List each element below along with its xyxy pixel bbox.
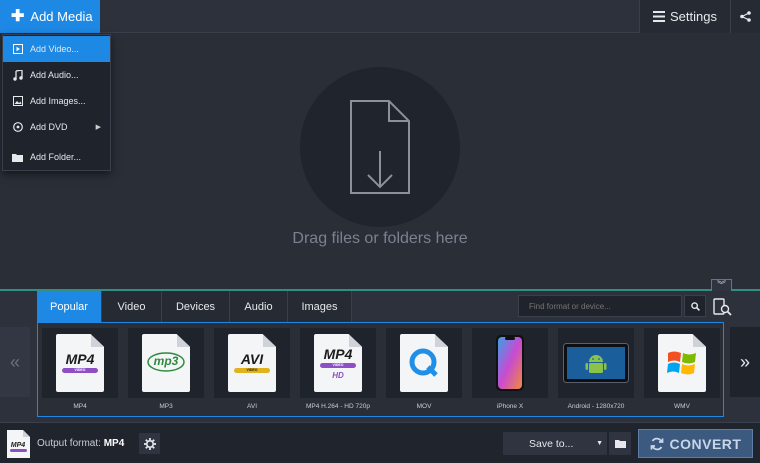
menu-item-add-audio[interactable]: Add Audio... (3, 62, 110, 88)
format-search-input[interactable] (518, 295, 682, 317)
menu-item-add-folder[interactable]: Add Folder... (3, 144, 110, 170)
mp3-file-icon: mp3 (142, 334, 190, 392)
video-icon (12, 44, 23, 55)
add-media-button[interactable]: ✚ Add Media (0, 0, 100, 33)
tab-video[interactable]: Video (102, 291, 162, 322)
image-icon (12, 96, 23, 107)
drop-zone[interactable]: Drag files or folders here (0, 34, 760, 289)
refresh-icon (650, 437, 663, 450)
share-icon (740, 11, 751, 22)
drop-hint-text: Drag files or folders here (292, 230, 468, 247)
output-format-text: Output format: MP4 (37, 438, 124, 449)
folder-icon (614, 440, 626, 448)
tab-audio[interactable]: Audio (230, 291, 288, 322)
disc-icon (12, 122, 23, 133)
tab-images[interactable]: Images (288, 291, 352, 322)
badge-text: AVI (240, 351, 264, 367)
ribbon-text: VIDEO (62, 368, 98, 373)
search-button[interactable] (684, 295, 706, 317)
format-card-avi[interactable]: AVI VIDEO (214, 328, 290, 398)
quicktime-file-icon (400, 334, 448, 392)
open-folder-button[interactable] (609, 432, 631, 455)
android-tablet-icon (563, 343, 629, 383)
settings-button[interactable]: Settings (639, 0, 730, 33)
double-chevron-right-icon: » (739, 351, 750, 372)
ribbon-text: VIDEO (320, 363, 356, 368)
badge-text: MP4 (65, 351, 95, 367)
format-card-label: AVI (247, 403, 257, 410)
menu-item-add-images[interactable]: Add Images... (3, 88, 110, 114)
convert-label: CONVERT (669, 435, 742, 452)
badge-text: MP4 (323, 346, 353, 362)
drop-target-circle (300, 67, 460, 227)
menu-item-label: Add Audio... (30, 70, 79, 80)
collapse-panel-button[interactable]: ︾ (711, 279, 732, 291)
format-card-label: MP4 H.264 - HD 720p (306, 403, 370, 410)
format-card-label: WMV (674, 403, 690, 410)
tab-devices[interactable]: Devices (162, 291, 230, 322)
top-toolbar: ✚ Add Media Settings (0, 0, 760, 33)
avi-file-icon: AVI VIDEO (228, 334, 276, 392)
double-chevron-down-icon: ︾ (716, 280, 726, 290)
search-icon (690, 301, 700, 311)
settings-label: Settings (670, 9, 717, 24)
menu-item-label: Add DVD (30, 122, 68, 132)
format-card-label: iPhone X (496, 403, 524, 410)
iphone-icon (496, 335, 524, 391)
scroll-left-button[interactable]: « (0, 327, 30, 397)
bottom-bar: MP4 Output format: MP4 Save to... ▼ CONV… (0, 422, 760, 463)
add-media-label: Add Media (30, 9, 93, 24)
submenu-arrow-icon: ▶ (95, 124, 101, 131)
format-card-mp4[interactable]: MP4 VIDEO (42, 328, 118, 398)
menu-item-label: Add Images... (30, 96, 86, 106)
output-icon-text: MP4 (11, 442, 26, 449)
gear-icon (143, 437, 156, 450)
tab-popular[interactable]: Popular (37, 291, 102, 322)
format-card-iphone-x[interactable] (472, 328, 548, 398)
format-card-wmv[interactable] (644, 328, 720, 398)
hamburger-icon (653, 11, 665, 22)
share-button[interactable] (730, 0, 760, 33)
plus-icon: ✚ (11, 7, 25, 25)
convert-button[interactable]: CONVERT (638, 429, 753, 458)
format-card-label: MP4 (73, 403, 87, 410)
menu-item-add-dvd[interactable]: Add DVD ▶ (3, 114, 110, 140)
format-tabs: Popular Video Devices Audio Images (37, 291, 352, 322)
format-card-label: Android - 1280x720 (567, 403, 625, 410)
save-to-label: Save to... (529, 437, 574, 450)
format-cards-panel: MP4 VIDEO MP4 mp3 MP3 AVI VIDEO AVI MP4 … (37, 322, 724, 417)
mp4-file-icon: MP4 VIDEO (56, 334, 104, 392)
menu-item-add-video[interactable]: Add Video... (3, 36, 110, 62)
output-format-icon: MP4 (7, 430, 30, 458)
menu-item-label: Add Video... (30, 44, 79, 54)
app-window: ✚ Add Media Settings Drag files or folde… (0, 0, 760, 463)
hd-text: HD (332, 371, 344, 380)
double-chevron-left-icon: « (9, 351, 20, 372)
windows-file-icon (658, 334, 706, 392)
output-format-value: MP4 (103, 438, 125, 449)
save-to-dropdown[interactable]: Save to... ▼ (503, 432, 607, 455)
output-format-label: Output format: (37, 438, 101, 449)
menu-item-label: Add Folder... (30, 152, 82, 162)
format-card-label: MOV (416, 403, 432, 410)
format-card-android[interactable] (558, 328, 634, 398)
folder-icon (12, 152, 23, 163)
format-card-mov[interactable] (386, 328, 462, 398)
output-settings-button[interactable] (139, 433, 160, 454)
format-card-mp3[interactable]: mp3 (128, 328, 204, 398)
detect-device-button[interactable] (710, 295, 734, 319)
file-download-icon (350, 100, 410, 194)
ribbon-text: VIDEO (234, 368, 270, 373)
add-media-menu: Add Video... Add Audio... Add Images... … (2, 34, 111, 171)
scroll-right-button[interactable]: » (730, 327, 760, 397)
formats-panel: Popular Video Devices Audio Images « » M… (0, 291, 760, 422)
badge-text: mp3 (153, 354, 179, 368)
format-card-mp4-hd[interactable]: MP4 VIDEO HD (300, 328, 376, 398)
chevron-down-icon: ▼ (596, 440, 603, 447)
format-card-label: MP3 (159, 403, 173, 410)
music-note-icon (12, 69, 23, 81)
mp4-hd-file-icon: MP4 VIDEO HD (314, 334, 362, 392)
device-search-icon (712, 297, 732, 316)
